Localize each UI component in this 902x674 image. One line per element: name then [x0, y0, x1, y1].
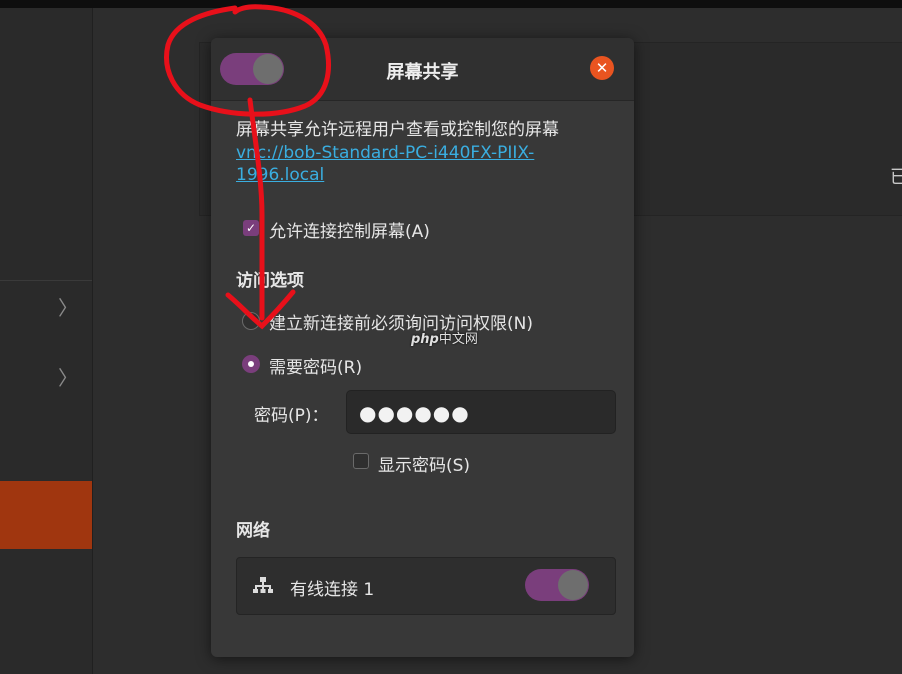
- toggle-knob: [558, 570, 588, 600]
- watermark: php中文网: [411, 328, 478, 347]
- close-icon: ✕: [595, 59, 609, 77]
- network-row: 有线连接 1: [236, 557, 616, 615]
- password-field[interactable]: ●●●●●●: [346, 390, 616, 434]
- dialog-title: 屏幕共享: [386, 62, 459, 83]
- allow-control-checkbox[interactable]: ✓: [243, 220, 259, 236]
- access-options-heading: 访问选项: [236, 271, 304, 291]
- settings-sidebar: 〉 〉: [0, 8, 93, 674]
- show-password-label: 显示密码(S): [378, 456, 471, 476]
- password-value: ●●●●●●: [359, 401, 470, 425]
- screen-sharing-dialog: 屏幕共享 ✕ 屏幕共享允许远程用户查看或控制您的屏幕 vnc://bob-Sta…: [211, 38, 634, 657]
- sidebar-divider: [0, 280, 92, 281]
- password-label: 密码(P)：: [254, 406, 329, 426]
- chevron-right-icon[interactable]: 〉: [58, 298, 78, 318]
- network-toggle[interactable]: [525, 569, 589, 601]
- top-bar: [0, 0, 902, 8]
- network-item-label: 有线连接 1: [290, 580, 375, 600]
- watermark-brand: php: [411, 332, 439, 347]
- ask-permission-radio[interactable]: [242, 312, 260, 330]
- show-password-checkbox[interactable]: [353, 453, 369, 469]
- require-password-label: 需要密码(R): [269, 358, 363, 378]
- vnc-address-link[interactable]: vnc://bob-Standard-PC-i440FX-PIIX-1996.l…: [236, 142, 536, 186]
- dialog-header: 屏幕共享 ✕: [211, 38, 634, 101]
- network-wired-icon: [253, 577, 273, 593]
- close-button[interactable]: ✕: [590, 56, 614, 80]
- sidebar-item-active[interactable]: [0, 481, 92, 549]
- network-heading: 网络: [236, 521, 270, 541]
- watermark-text: 中文网: [438, 332, 478, 347]
- chevron-right-icon[interactable]: 〉: [58, 368, 78, 388]
- truncated-status-text: 已: [890, 167, 902, 188]
- require-password-radio[interactable]: [242, 355, 260, 373]
- allow-control-label: 允许连接控制屏幕(A): [269, 222, 430, 242]
- sharing-description: 屏幕共享允许远程用户查看或控制您的屏幕: [236, 120, 559, 140]
- ask-permission-label: 建立新连接前必须询问访问权限(N): [269, 314, 533, 334]
